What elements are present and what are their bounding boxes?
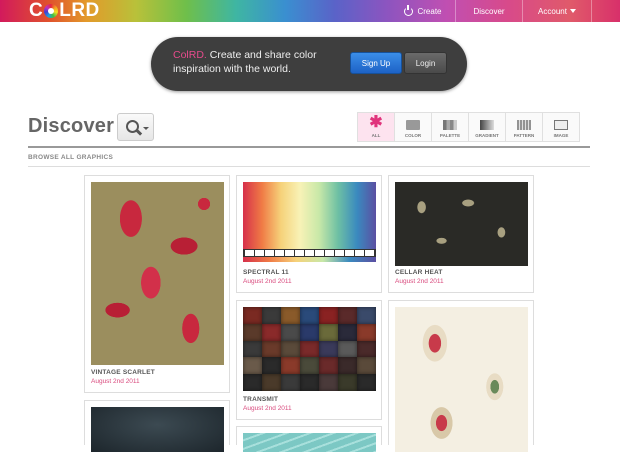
filter-gradient[interactable]: GRADIENT (468, 112, 506, 142)
filter-image[interactable]: IMAGE (542, 112, 580, 142)
card-spectral-11[interactable]: SPECTRAL 11 August 2nd 2011 (236, 175, 382, 293)
filter-pattern-label: PATTERN (513, 133, 535, 138)
filter-all[interactable]: ✱ ALL (357, 112, 395, 142)
filter-pattern[interactable]: PATTERN (505, 112, 543, 142)
card-title[interactable]: VINTAGE SCARLET (91, 369, 155, 376)
card-dark-pattern[interactable] (84, 400, 230, 452)
gradient-icon (480, 120, 494, 130)
card-date: August 2nd 2011 (91, 378, 140, 385)
nav-account-label: Account (538, 6, 567, 16)
page-title: Discover (28, 115, 115, 137)
star-icon: ✱ (369, 114, 383, 131)
hero-banner: ColRD. Create and share color inspiratio… (151, 37, 467, 91)
card-paisley[interactable] (388, 300, 534, 452)
card-title[interactable]: CELLAR HEAT (395, 269, 443, 276)
pattern-icon (517, 120, 531, 130)
card-thumbnail[interactable] (243, 433, 376, 452)
card-thumbnail[interactable] (243, 182, 376, 249)
hero-brand: ColRD. (173, 49, 207, 61)
browse-divider (28, 166, 590, 167)
card-thumbnail[interactable] (91, 407, 224, 452)
filter-color-label: COLOR (404, 133, 422, 138)
card-thumbnail[interactable] (243, 307, 376, 391)
card-date: August 2nd 2011 (243, 278, 292, 285)
card-thumbnail[interactable] (395, 307, 528, 452)
search-button[interactable] (117, 113, 154, 141)
power-icon (404, 4, 414, 16)
header-divider (28, 146, 590, 148)
card-date: August 2nd 2011 (243, 405, 292, 412)
nav-account[interactable]: Account (522, 0, 592, 22)
top-bar: C LRD Create Discover Account (0, 0, 620, 22)
spectral-scale (243, 249, 376, 257)
card-transmit[interactable]: TRANSMIT August 2nd 2011 (236, 300, 382, 420)
filter-image-label: IMAGE (553, 133, 569, 138)
filter-gradient-label: GRADIENT (475, 133, 499, 138)
palette-icon (443, 120, 457, 130)
colrd-logo[interactable]: C LRD (29, 0, 100, 21)
logo-letter-c: C (29, 0, 44, 21)
hero-text: ColRD. Create and share color inspiratio… (173, 48, 333, 76)
card-title[interactable]: SPECTRAL 11 (243, 269, 289, 276)
filter-palette-label: PALETTE (439, 133, 461, 138)
browse-label: BROWSE ALL GRAPHICS (28, 154, 114, 161)
card-vintage-scarlet[interactable]: VINTAGE SCARLET August 2nd 2011 (84, 175, 230, 393)
color-wheel-icon (44, 4, 59, 18)
logo-letters-lrd: LRD (59, 0, 100, 21)
card-cellar-heat[interactable]: CELLAR HEAT August 2nd 2011 (388, 175, 534, 293)
card-date: August 2nd 2011 (395, 278, 444, 285)
filter-color[interactable]: COLOR (394, 112, 432, 142)
caret-down-icon (569, 9, 576, 13)
image-icon (554, 120, 568, 130)
card-title[interactable]: TRANSMIT (243, 396, 278, 403)
card-thumbnail[interactable] (91, 182, 224, 365)
login-button[interactable]: Login (404, 52, 447, 74)
filter-bar: ✱ ALL COLOR PALETTE GRADIENT PATTERN IMA… (357, 112, 580, 142)
nav-discover[interactable]: Discover (455, 0, 522, 22)
spectral-strip (243, 257, 376, 262)
signup-button[interactable]: Sign Up (350, 52, 402, 74)
filter-palette[interactable]: PALETTE (431, 112, 469, 142)
card-thumbnail[interactable] (395, 182, 528, 266)
nav-discover-label: Discover (473, 6, 505, 16)
nav-create-label: Create (417, 6, 442, 16)
filter-all-label: ALL (371, 133, 381, 138)
nav-create[interactable]: Create (392, 0, 454, 22)
chevron-down-icon (143, 127, 149, 130)
card-teal-pattern[interactable] (236, 426, 382, 452)
search-icon (126, 120, 139, 133)
color-icon (406, 120, 420, 130)
